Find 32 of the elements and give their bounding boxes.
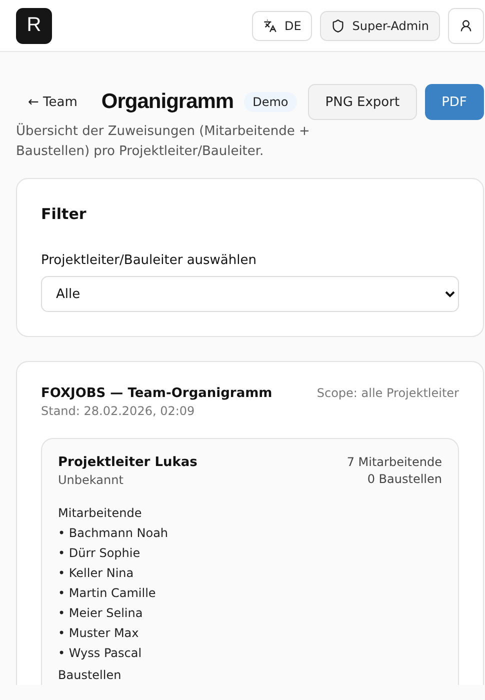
employee-item: • Meier Selina — [58, 605, 144, 622]
site-count: 0 Baustellen — [366, 472, 442, 486]
filter-label: Projektleiter/Bauleiter auswählen — [41, 253, 258, 268]
user-icon — [459, 18, 473, 32]
translate-icon — [263, 18, 278, 32]
logo[interactable]: R — [16, 8, 52, 44]
demo-badge: Demo — [244, 92, 298, 112]
leader-role: Unbekannt — [58, 473, 124, 487]
employee-item: • Dürr Sophie — [58, 545, 142, 562]
employee-item: • Bachmann Noah — [58, 525, 170, 542]
employees-heading: Mitarbeitende — [58, 505, 143, 522]
page-title: Organigramm — [101, 90, 234, 114]
employee-item: • Martin Camille — [58, 585, 157, 602]
export-button[interactable]: PNG Export — [308, 84, 417, 120]
employee-item: • Keller Nina — [58, 565, 135, 582]
language-button[interactable]: DE — [252, 10, 312, 40]
org-timestamp: Stand: 28.02.2026, 02:09 — [41, 404, 196, 418]
shield-icon — [331, 18, 346, 32]
employee-count: 7 Mitarbeitende — [346, 455, 442, 469]
scope-text: Scope: alle Projektleiter — [316, 386, 459, 400]
leader-name: Projektleiter Lukas — [58, 455, 198, 470]
org-title: FOXJOBS — Team-Organigramm — [41, 386, 272, 401]
user-button[interactable] — [448, 8, 484, 44]
employee-item: • Wyss Pascal — [58, 645, 143, 662]
sites-heading: Baustellen — [58, 667, 122, 684]
leader-select[interactable]: Alle — [41, 276, 459, 312]
filter-title: Filter — [41, 205, 88, 223]
pdf-button[interactable]: PDF — [424, 84, 484, 120]
back-link[interactable]: ← Team — [28, 94, 78, 110]
role-button[interactable]: Super-Admin — [320, 10, 440, 40]
employee-item: • Muster Max — [58, 625, 140, 642]
page-subtitle: Übersicht der Zuweisungen (Mitarbeitende + Baustellen) pro Projektleiter/Bauleiter. — [16, 122, 311, 161]
